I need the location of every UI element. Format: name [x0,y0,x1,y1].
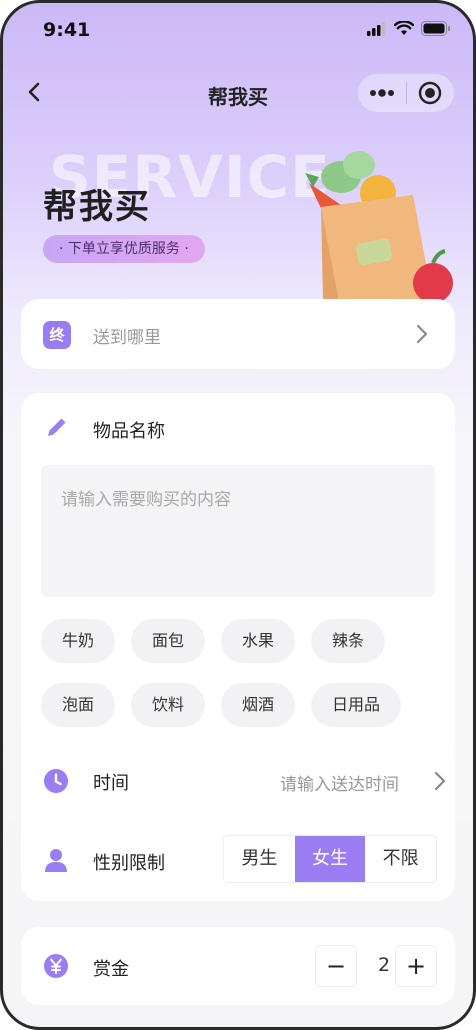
gender-limit-label: 性别限制 [93,853,165,874]
destination-tag: 终 [43,321,71,349]
item-name-label: 物品名称 [93,421,165,442]
decrease-button[interactable]: − [315,945,357,987]
nav-bar: 帮我买 [3,65,473,121]
clock-icon [44,769,68,793]
hero-title: 帮我买 [43,187,151,227]
status-icons [367,21,451,36]
item-content-placeholder: 请输入需要购买的内容 [61,490,231,510]
reward-card: 赏金 − 2 + [21,927,455,1005]
time-label: 时间 [93,773,129,794]
chip-bread[interactable]: 面包 [131,619,205,663]
chip-spicy-strips[interactable]: 辣条 [311,619,385,663]
reward-label: 赏金 [93,959,129,980]
wifi-icon [394,21,414,35]
target-close-icon [419,81,442,105]
grocery-bag-illustration [305,151,453,301]
increase-button[interactable]: + [395,945,437,987]
status-time: 9:41 [43,19,91,41]
yuan-coin-icon [44,954,68,978]
pencil-icon [48,418,66,436]
gender-option-any[interactable]: 不限 [365,836,436,882]
chip-instant-noodles[interactable]: 泡面 [41,683,115,727]
status-bar: 9:41 [3,3,473,59]
address-placeholder: 送到哪里 [93,328,161,348]
hero-banner: SERVICE 帮我买 · 下单立享优质服务 · [3,121,473,301]
order-form-card: 物品名称 请输入需要购买的内容 牛奶 面包 水果 辣条 泡面 饮料 烟酒 日用品… [21,393,455,901]
gender-option-female[interactable]: 女生 [294,836,366,882]
mini-program-capsule [357,73,455,113]
hero-tagline: · 下单立享优质服务 · [43,235,205,263]
phone-frame: 9:41 帮我买 SERVICE 帮我买 · 下单立享优质服务 · 终 送到哪里… [0,0,476,1030]
time-input[interactable]: 请输入送达时间 [280,770,399,795]
signal-icon [367,21,386,36]
chip-fruit[interactable]: 水果 [221,619,295,663]
gender-selector: 男生 女生 不限 [223,835,437,883]
battery-icon [421,21,450,36]
person-icon [45,849,67,872]
chip-daily-goods[interactable]: 日用品 [311,683,401,727]
close-program-button[interactable] [407,74,455,112]
chip-tobacco-alcohol[interactable]: 烟酒 [221,683,295,727]
chevron-right-icon [416,324,428,344]
chip-drinks[interactable]: 饮料 [131,683,205,727]
more-button[interactable] [358,74,406,112]
item-content-input[interactable]: 请输入需要购买的内容 [41,465,435,597]
address-row[interactable]: 终 送到哪里 [21,299,455,369]
chevron-right-icon [434,771,446,791]
chip-milk[interactable]: 牛奶 [41,619,115,663]
more-dots-icon [369,89,394,97]
gender-option-male[interactable]: 男生 [224,836,295,882]
